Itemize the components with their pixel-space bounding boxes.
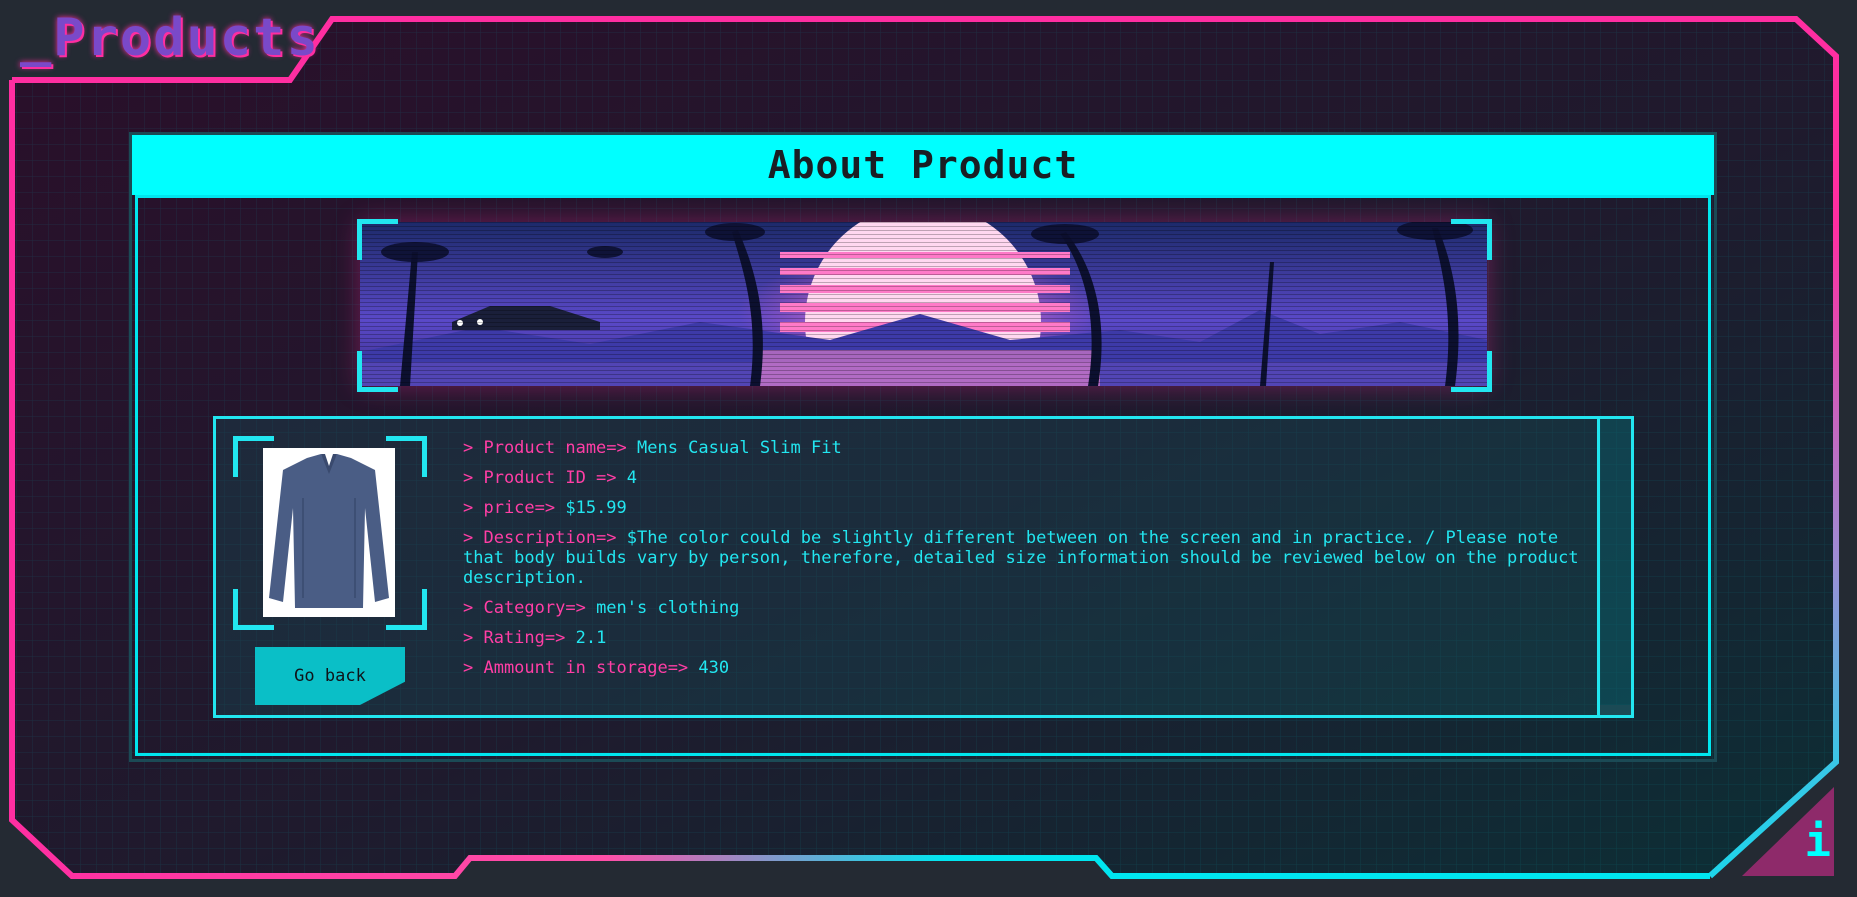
info-row-category: > Category=> men's clothing — [463, 598, 1583, 618]
banner-bracket-br — [1451, 351, 1492, 392]
rating-value: 2.1 — [575, 628, 607, 648]
banner-bracket-tl — [357, 219, 398, 260]
description-label: > Description=> — [463, 528, 627, 548]
category-label: > Category=> — [463, 598, 597, 618]
scrollbar-thumb[interactable] — [1600, 705, 1631, 715]
info-icon[interactable]: i — [1805, 816, 1832, 867]
info-row-rating: > Rating=> 2.1 — [463, 628, 1583, 648]
category-value: men's clothing — [596, 598, 740, 618]
banner-bracket-bl — [357, 351, 398, 392]
panel-title: About Product — [767, 143, 1079, 187]
info-row-price: > price=> $15.99 — [463, 498, 1583, 518]
rating-label: > Rating=> — [463, 628, 576, 648]
long-sleeve-shirt-image — [263, 448, 395, 617]
storage-label: > Ammount in storage=> — [463, 658, 699, 678]
product-name-label: > Product name=> — [463, 438, 637, 458]
product-id-label: > Product ID => — [463, 468, 627, 488]
info-row-storage: > Ammount in storage=> 430 — [463, 658, 1583, 678]
card-scrollbar[interactable] — [1597, 419, 1631, 715]
price-label: > price=> — [463, 498, 566, 518]
info-row-description: > Description=> $The color could be slig… — [463, 528, 1583, 588]
product-info-list: > Product name=> Mens Casual Slim Fit > … — [463, 438, 1583, 688]
info-row-name: > Product name=> Mens Casual Slim Fit — [463, 438, 1583, 458]
product-id-value: 4 — [626, 468, 638, 488]
product-name-value: Mens Casual Slim Fit — [637, 438, 842, 458]
synthwave-sunset-banner — [360, 222, 1487, 386]
panel-header: About Product — [132, 135, 1714, 195]
page-title: _Products — [20, 8, 320, 68]
info-row-id: > Product ID => 4 — [463, 468, 1583, 488]
storage-value: 430 — [698, 658, 730, 678]
price-value: $15.99 — [565, 498, 627, 518]
banner-bracket-tr — [1451, 219, 1492, 260]
description-value: $The color could be slightly different b… — [463, 528, 1579, 588]
